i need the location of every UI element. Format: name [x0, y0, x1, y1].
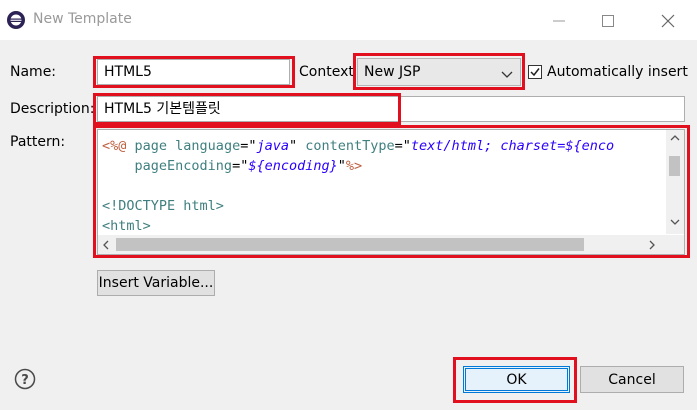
code-val-java: java: [256, 138, 289, 154]
scroll-down-icon[interactable]: [670, 218, 680, 226]
chevron-down-icon: [501, 67, 513, 83]
name-input[interactable]: HTML5: [97, 59, 290, 85]
code-val-encoding: ${encoding}: [248, 158, 338, 174]
code-attr-contenttype: contentType: [305, 138, 395, 154]
horizontal-scroll-thumb[interactable]: [116, 238, 584, 251]
svg-text:?: ?: [21, 373, 29, 388]
help-icon[interactable]: ?: [14, 368, 36, 390]
minimize-icon[interactable]: [548, 10, 570, 32]
pattern-label: Pattern:: [10, 134, 66, 150]
code-directive: page: [126, 138, 176, 154]
context-select-value: New JSP: [364, 64, 421, 80]
code-attr-language: language: [175, 138, 241, 154]
checkmark-icon: [530, 68, 540, 77]
ok-button[interactable]: OK: [463, 366, 570, 393]
code-quote: ": [337, 158, 346, 174]
scroll-up-icon[interactable]: [670, 134, 680, 142]
eclipse-icon: [6, 10, 26, 30]
vertical-scroll-thumb[interactable]: [669, 156, 680, 176]
scroll-right-icon[interactable]: [648, 240, 656, 250]
horizontal-scrollbar[interactable]: [98, 235, 668, 254]
code-jsp-open: <%@: [102, 138, 127, 154]
description-input[interactable]: HTML5 기본템플릿: [97, 96, 685, 122]
description-label: Description:: [10, 101, 95, 117]
auto-insert-checkbox[interactable]: [528, 65, 542, 79]
code-attr-pageencoding: pageEncoding: [134, 158, 233, 174]
context-select[interactable]: New JSP: [357, 58, 521, 86]
cancel-button[interactable]: Cancel: [580, 366, 684, 393]
close-icon[interactable]: [657, 10, 679, 32]
insert-variable-button[interactable]: Insert Variable...: [97, 270, 215, 296]
code-jsp-close: %>: [345, 158, 363, 174]
auto-insert-label: Automatically insert: [547, 64, 688, 80]
code-html-tag: <html>: [102, 218, 151, 234]
scrollbar-corner: [666, 235, 684, 254]
window-title: New Template: [33, 11, 132, 27]
title-bar: New Template: [0, 0, 697, 40]
pattern-editor[interactable]: <%@ page language="java" contentType="te…: [97, 129, 685, 255]
code-eq: =": [232, 158, 249, 174]
code-doctype: <!DOCTYPE html>: [102, 198, 224, 214]
vertical-scrollbar[interactable]: [666, 130, 684, 234]
pattern-code: <%@ page language="java" contentType="te…: [102, 136, 614, 236]
code-eq: =": [240, 138, 257, 154]
scroll-left-icon[interactable]: [102, 240, 110, 250]
code-eq: =": [394, 138, 411, 154]
maximize-icon[interactable]: [597, 10, 619, 32]
name-label: Name:: [10, 64, 57, 80]
context-label: Context: [299, 64, 354, 80]
code-quote: ": [288, 138, 306, 154]
code-val-contenttype: text/html; charset=${enco: [410, 138, 615, 154]
